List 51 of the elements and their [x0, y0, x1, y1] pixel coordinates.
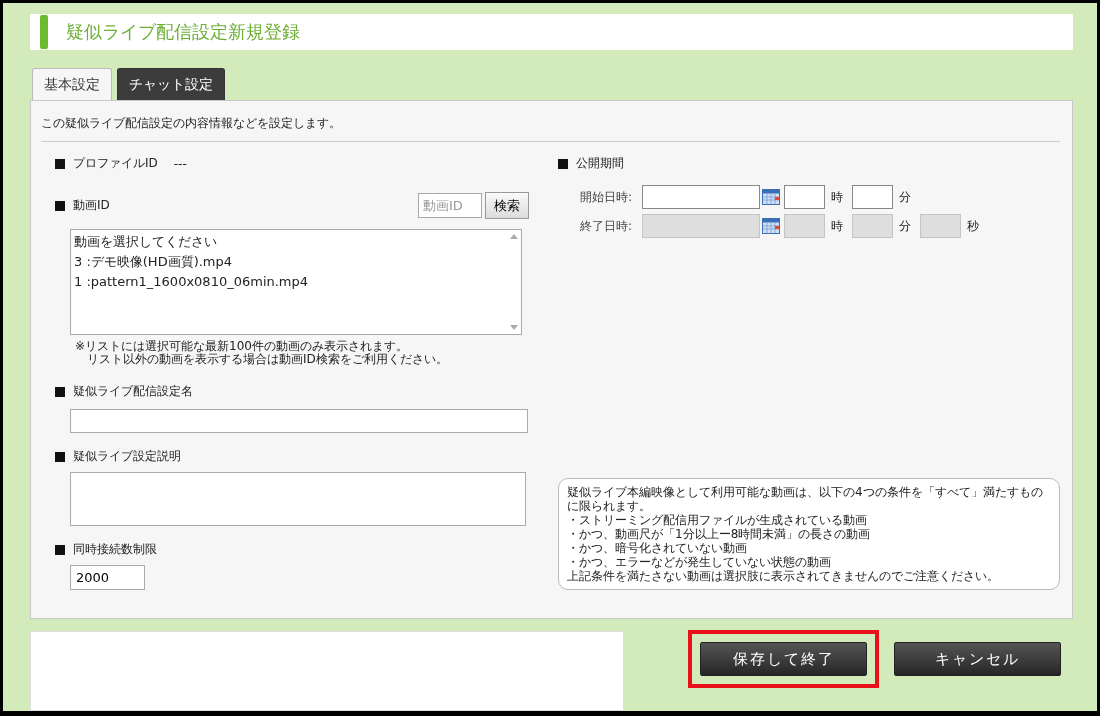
profile-id-value: ---: [173, 156, 187, 171]
unit-label: 秒: [967, 217, 979, 235]
notice-line: ・ストリーミング配信用ファイルが生成されている動画: [567, 513, 868, 527]
list-option[interactable]: 3 :デモ映像(HD画質).mp4: [74, 252, 504, 272]
bullet-icon: [55, 200, 65, 211]
panel-description: この疑似ライブ配信設定の内容情報などを設定します。: [41, 115, 1060, 142]
setting-name-field[interactable]: [70, 409, 528, 433]
date-field[interactable]: [642, 185, 760, 209]
tab[interactable]: 基本設定: [32, 68, 112, 100]
video-id-field[interactable]: 動画ID: [418, 193, 482, 218]
notice-line: ・かつ、エラーなどが発生していない状態の動画: [567, 555, 832, 569]
notice-line: 疑似ライブ本編映像として利用可能な動画は、以下の4つの条件を「すべて」満たすものに限られます。: [567, 485, 1044, 513]
field-label: 疑似ライブ設定説明: [73, 448, 181, 465]
search-button[interactable]: 検索: [485, 192, 529, 219]
date-label: 終了日時:: [580, 217, 634, 235]
scroll-up-icon[interactable]: [510, 234, 518, 239]
notice-line: ・かつ、暗号化されていない動画: [567, 541, 748, 555]
field-label: 同時接続数制限: [73, 541, 157, 558]
bullet-icon: [55, 451, 65, 462]
video-listbox[interactable]: 動画を選択してください 3 :デモ映像(HD画質).mp4 1 :pattern1_1600x0810_06min.mp4: [70, 229, 522, 335]
time-field[interactable]: [852, 185, 893, 209]
list-note: リスト以外の動画を表示する場合は動画ID検索をご利用ください。: [87, 353, 449, 366]
calendar-icon[interactable]: [762, 218, 780, 234]
unit-label: 分: [899, 217, 911, 235]
field-label: プロファイルID: [73, 155, 158, 172]
scroll-down-icon[interactable]: [510, 325, 518, 330]
bullet-icon: [558, 158, 568, 169]
list-option[interactable]: 動画を選択してください: [74, 232, 504, 252]
description-field[interactable]: [70, 472, 526, 526]
field-label: 動画ID: [73, 197, 110, 214]
tab[interactable]: チャット設定: [117, 68, 225, 100]
connection-limit-field[interactable]: 2000: [70, 565, 145, 590]
unit-label: 時: [831, 188, 843, 206]
page-title: 疑似ライブ配信設定新規登録: [66, 20, 300, 44]
accent-bar: [40, 15, 48, 49]
list-note: ※リストには選択可能な最新100件の動画のみ表示されます。: [75, 340, 409, 353]
bullet-icon: [55, 158, 65, 169]
action-button[interactable]: 保存して終了: [700, 642, 867, 676]
unit-label: 分: [899, 188, 911, 206]
time-field[interactable]: [784, 185, 825, 209]
bullet-icon: [55, 386, 65, 397]
unit-label: 時: [831, 217, 843, 235]
date-label: 開始日時:: [580, 188, 634, 206]
bullet-icon: [55, 544, 65, 555]
notice-line: 上記条件を満たさない動画は選択肢に表示されてきませんのでご注意ください。: [567, 569, 1000, 583]
calendar-icon[interactable]: [762, 189, 780, 205]
notice-line: ・かつ、動画尺が「1分以上ー8時間未満」の長さの動画: [567, 527, 872, 541]
list-option[interactable]: 1 :pattern1_1600x0810_06min.mp4: [74, 272, 504, 292]
action-button[interactable]: キャンセル: [894, 642, 1061, 676]
field-label: 疑似ライブ配信設定名: [73, 383, 193, 400]
field-label: 公開期間: [576, 155, 624, 172]
